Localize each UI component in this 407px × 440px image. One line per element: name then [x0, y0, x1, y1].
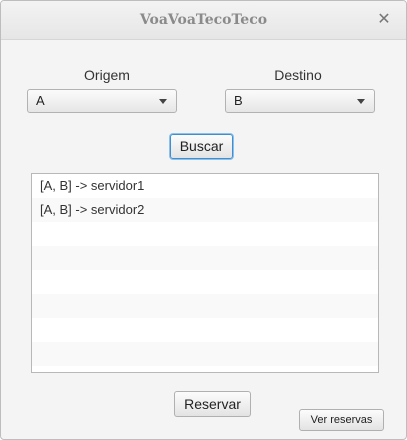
origin-label: Origem — [84, 67, 130, 83]
empty-list-row — [32, 342, 378, 366]
list-item[interactable]: [A, B] -> servidor1 — [32, 174, 378, 198]
close-icon[interactable]: ✕ — [374, 9, 394, 29]
origin-select-value: A — [36, 93, 45, 108]
destination-label: Destino — [274, 67, 322, 83]
chevron-down-icon — [159, 99, 167, 104]
chevron-down-icon — [357, 99, 365, 104]
empty-list-row — [32, 270, 378, 294]
empty-list-row — [32, 246, 378, 270]
empty-list-row — [32, 366, 378, 372]
list-item[interactable]: [A, B] -> servidor2 — [32, 198, 378, 222]
results-list[interactable]: [A, B] -> servidor1 [A, B] -> servidor2 — [31, 173, 379, 373]
window-title: VoaVoaTecoTeco — [139, 12, 268, 28]
origin-select[interactable]: A — [27, 89, 177, 113]
empty-list-row — [32, 294, 378, 318]
search-button[interactable]: Buscar — [170, 134, 233, 159]
view-reservations-button[interactable]: Ver reservas — [299, 409, 384, 431]
reserve-button[interactable]: Reservar — [174, 391, 251, 417]
destination-select-value: B — [234, 93, 243, 108]
title-bar[interactable]: VoaVoaTecoTeco ✕ — [1, 1, 406, 40]
empty-list-row — [32, 222, 378, 246]
empty-list-row — [32, 318, 378, 342]
destination-select[interactable]: B — [225, 89, 375, 113]
app-window: VoaVoaTecoTeco ✕ Origem Destino A B Busc… — [0, 0, 407, 440]
